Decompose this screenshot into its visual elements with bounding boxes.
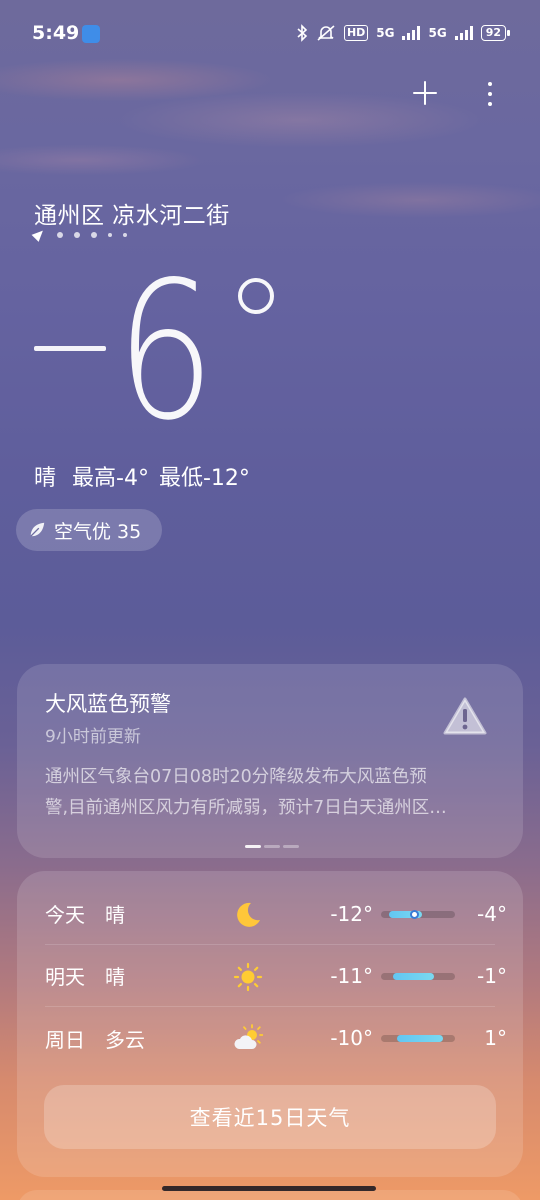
alert-updated-time: 9小时前更新 (45, 727, 141, 747)
weather-alert-card[interactable]: 大风蓝色预警 9小时前更新 通州区气象台07日08时20分降级发布大风蓝色预 警… (17, 664, 523, 858)
forecast-condition: 多云 (105, 1027, 145, 1052)
partly-cloudy-icon (234, 1024, 263, 1049)
status-time: 5:49 (32, 22, 80, 44)
alert-pager-dot (264, 845, 280, 848)
location-arrow-icon (31, 227, 47, 242)
high-temperature: 最高-4° (72, 466, 149, 491)
alert-text-line: 通州区气象台07日08时20分降级发布大风蓝色预 (45, 767, 427, 787)
temperature-range-bar (381, 910, 455, 919)
current-temperature-marker (409, 910, 419, 919)
location-name[interactable]: 通州区 凉水河二街 (34, 196, 230, 230)
alert-pager-dot (283, 845, 299, 848)
air-quality-label: 空气优 35 (54, 520, 142, 543)
warning-icon (443, 697, 487, 735)
page-dot (57, 231, 63, 238)
degree-symbol (238, 278, 274, 314)
status-icons: HD 5G 5G 92 (296, 24, 511, 42)
temperature-range-bar (381, 973, 455, 980)
page-dot (91, 231, 97, 238)
page-dot (108, 232, 112, 237)
temperature-value: 6 (116, 241, 216, 462)
forecast-day: 周日 (45, 1027, 85, 1052)
forecast-low: -10° (330, 1026, 373, 1050)
alert-description: 通州区气象台07日08时20分降级发布大风蓝色预 警,目前通州区风力有所减弱，预… (45, 762, 501, 824)
add-city-button[interactable] (410, 78, 440, 108)
signal-icon-1 (402, 26, 421, 40)
forecast-high: -4° (477, 901, 507, 926)
forecast-row[interactable]: 明天 晴 -11° -1° (45, 945, 507, 1007)
current-condition: 晴 (34, 466, 57, 491)
forecast-condition: 晴 (105, 965, 125, 989)
hd-badge: HD (343, 25, 369, 41)
moon-icon (237, 902, 260, 927)
temperature-minus-sign (34, 346, 106, 351)
temperature-range-fill (393, 973, 435, 980)
signal-icon-2 (454, 26, 473, 40)
forecast-day: 今天 (45, 903, 85, 927)
alert-pager-dot (245, 845, 261, 848)
forecast-high: -1° (477, 963, 507, 988)
forecast-low: -12° (330, 901, 373, 926)
more-options-button[interactable] (480, 80, 500, 108)
network-type-2: 5G (428, 26, 447, 40)
forecast-day: 明天 (45, 965, 85, 989)
page-dot (74, 231, 80, 238)
alert-text-line: 警,目前通州区风力有所减弱，预计7日白天通州区… (45, 798, 447, 818)
forecast-condition: 晴 (105, 903, 125, 927)
bluetooth-icon (297, 24, 308, 42)
temperature-range-fill (397, 1035, 443, 1042)
sun-icon (233, 962, 263, 992)
air-quality-pill[interactable]: 空气优 35 (16, 509, 162, 551)
battery-icon: 92 (480, 25, 511, 41)
status-bar: 5:49 HD 5G 5G 92 (0, 0, 540, 68)
next-card (17, 1190, 523, 1200)
forecast-card: 今天 晴 -12° -4° 明天 晴 -11° -1° 周日 多云 -10° 1… (17, 871, 523, 1177)
view-15-day-forecast-button[interactable]: 查看近15日天气 (44, 1085, 496, 1149)
forecast-low: -11° (330, 963, 373, 988)
condition-summary: 晴 最高-4° 最低-12° (34, 460, 250, 492)
forecast-high: 1° (484, 1026, 507, 1050)
network-type-1: 5G (376, 26, 395, 40)
alert-title: 大风蓝色预警 (45, 692, 171, 716)
home-indicator[interactable] (162, 1186, 376, 1191)
city-page-indicator (31, 227, 127, 242)
page-dot (123, 232, 127, 237)
forecast-row[interactable]: 周日 多云 -10° 1° (45, 1007, 507, 1069)
forecast-row[interactable]: 今天 晴 -12° -4° (45, 883, 507, 945)
low-temperature: 最低-12° (158, 466, 250, 491)
notification-app-icon (82, 25, 100, 43)
alert-pager (245, 845, 299, 848)
mute-bell-icon (317, 25, 335, 41)
leaf-icon (30, 522, 45, 537)
temperature-range-bar (381, 1035, 455, 1042)
